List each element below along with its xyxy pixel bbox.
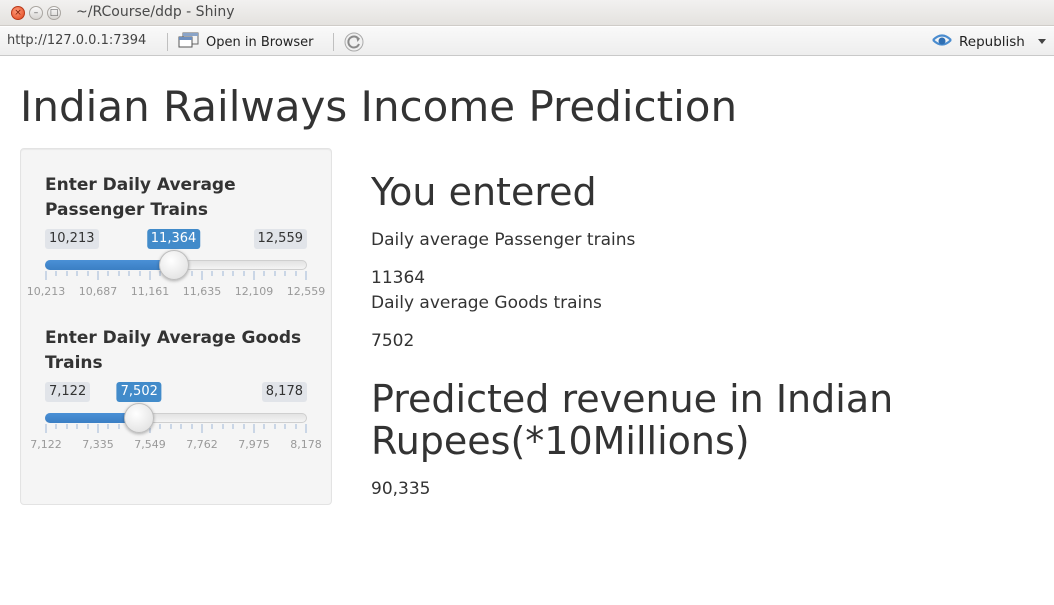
prediction-value: 90,335 [371, 479, 431, 499]
slider-grid-label: 11,161 [130, 285, 170, 298]
goods-trains-slider[interactable]: 7,122 8,178 7,502 7,122 7,335 7,549 7,762 7,… [30, 382, 322, 462]
passenger-output-value: 11364 [371, 268, 426, 288]
slider-grid-label: 10,687 [78, 285, 118, 298]
chevron-down-icon[interactable] [1038, 39, 1046, 44]
passenger-output-label: Daily average Passenger trains [371, 230, 636, 250]
entered-heading: You entered [371, 170, 597, 214]
slider-grid-label: 11,635 [182, 285, 222, 298]
refresh-button[interactable] [343, 31, 365, 53]
open-in-browser-label: Open in Browser [206, 34, 314, 50]
slider-max-label: 8,178 [261, 382, 307, 402]
slider-value-label: 11,364 [146, 229, 201, 249]
slider-grid-label: 10,213 [26, 285, 66, 298]
passenger-trains-slider[interactable]: 10,213 12,559 11,364 10,213 10,687 11,161 1… [27, 229, 325, 309]
passenger-slider-label: Enter Daily Average Passenger Trains [45, 175, 236, 220]
refresh-icon [343, 32, 365, 57]
window-titlebar: × – □ ~/RCourse/ddp - Shiny [0, 0, 1054, 26]
slider-fill [45, 260, 174, 270]
slider-grid-label: 7,762 [186, 438, 218, 451]
page-title: Indian Railways Income Prediction [20, 82, 738, 131]
prediction-heading: Predicted revenue in Indian Rupees(*10Mi… [371, 377, 894, 463]
window-close-button[interactable]: × [11, 6, 25, 20]
open-in-browser-button[interactable]: Open in Browser [178, 31, 314, 53]
slider-grid-label: 8,178 [290, 438, 322, 451]
slider-ticks [45, 424, 307, 433]
goods-output-label: Daily average Goods trains [371, 293, 602, 313]
goods-output-value: 7502 [371, 331, 415, 351]
slider-grid-label: 7,549 [134, 438, 166, 451]
republish-label: Republish [959, 34, 1025, 50]
viewer-toolbar: http://127.0.0.1:7394 Open in Browser Re… [0, 27, 1054, 56]
slider-value-label: 7,502 [116, 382, 162, 402]
slider-grid-label: 7,122 [30, 438, 62, 451]
url-display: http://127.0.0.1:7394 [7, 33, 147, 48]
republish-button[interactable]: Republish [931, 31, 1025, 53]
sidebar-panel: Enter Daily Average Passenger Trains 10,… [20, 148, 332, 505]
window-minimize-button[interactable]: – [29, 6, 43, 20]
window-maximize-button[interactable]: □ [47, 6, 61, 20]
slider-grid-label: 7,975 [238, 438, 270, 451]
slider-grid-label: 7,335 [82, 438, 114, 451]
slider-grid-label: 12,559 [286, 285, 326, 298]
slider-handle[interactable] [158, 250, 189, 280]
slider-min-label: 7,122 [45, 382, 91, 402]
republish-icon [931, 31, 953, 53]
toolbar-separator [333, 33, 334, 51]
window-title: ~/RCourse/ddp - Shiny [76, 4, 235, 20]
goods-slider-label: Enter Daily Average Goods Trains [45, 328, 302, 373]
slider-max-label: 12,559 [253, 229, 307, 249]
toolbar-separator [167, 33, 168, 51]
slider-min-label: 10,213 [45, 229, 99, 249]
browser-window-icon [178, 31, 200, 53]
slider-grid-label: 12,109 [234, 285, 274, 298]
